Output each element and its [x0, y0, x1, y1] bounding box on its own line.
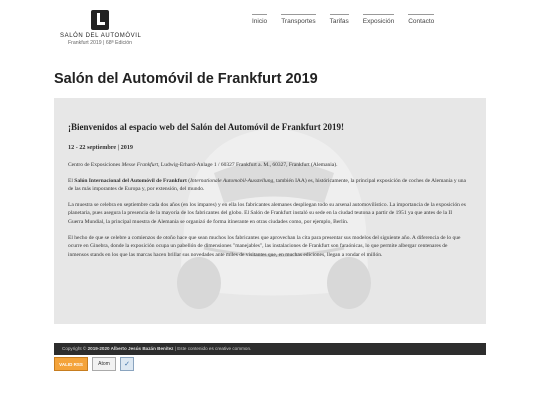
page-title: Salón del Automóvil de Frankfurt 2019 — [54, 71, 318, 87]
autumn-paragraph: El hecho de que se celebre a comienzos d… — [68, 234, 461, 258]
site-name: SALÓN DEL AUTOMÓVIL — [60, 33, 142, 39]
site-subtitle: Frankfurt 2019 | 68ª Edición — [67, 40, 133, 46]
welcome-heading: ¡Bienvenidos al espacio web del Salón de… — [68, 122, 345, 132]
nav-item-tarifas[interactable]: Tarifas — [329, 14, 349, 25]
copyright-prefix: Copyright © — [62, 346, 88, 351]
nav-item-transportes[interactable]: Transportes — [281, 14, 316, 25]
nav-item-inicio[interactable]: Inicio — [252, 14, 268, 25]
event-dates: 12 - 22 septiembre | 2019 — [68, 144, 134, 151]
copyright-suffix: | Este contenido es creative common. — [173, 346, 252, 351]
address-suffix: , Ludwig-Erhard-Anlage 1 / 60327 Frankfu… — [158, 162, 338, 168]
site-header: SALÓN DEL AUTOMÓVIL Frankfurt 2019 | 68ª… — [0, 0, 540, 60]
validation-badges: VALID RSS Atom ✓ — [54, 357, 138, 371]
history-paragraph: La muestra se celebra en septiembre cada… — [68, 201, 466, 225]
intro-paragraph: El Salón Internacional del Automóvil de … — [68, 177, 468, 194]
site-logo[interactable]: SALÓN DEL AUTOMÓVIL Frankfurt 2019 | 68ª… — [60, 10, 142, 46]
atom-feed-badge[interactable]: Atom — [92, 357, 116, 371]
venue-address: Centro de Exposiciones Messe Frankfurt, … — [68, 161, 468, 170]
copyright-author: 2019-2020 Alberto Jesús Bazán Benítez — [87, 346, 174, 351]
logo-l-icon — [91, 10, 109, 30]
w3c-check-icon[interactable]: ✓ — [120, 357, 134, 371]
address-prefix: Centro de Exposiciones — [68, 162, 122, 168]
venue-name: Messe Frankfurt — [121, 162, 159, 168]
nav-item-exposicion[interactable]: Exposición — [362, 14, 395, 25]
p1-italic: Internationale Automobil-Ausstellung — [190, 177, 274, 184]
nav-item-contacto[interactable]: Contacto — [408, 14, 435, 25]
site-footer: Copyright © 2019-2020 Alberto Jesús Bazá… — [54, 343, 486, 355]
valid-rss-badge[interactable]: VALID RSS — [54, 357, 88, 371]
main-content: ¡Bienvenidos al espacio web del Salón de… — [68, 122, 468, 266]
p1-bold: Salón Internacional del Automóvil de Fra… — [74, 177, 187, 184]
main-nav: Inicio Transportes Tarifas Exposición Co… — [252, 14, 448, 25]
content-panel: ¡Bienvenidos al espacio web del Salón de… — [54, 98, 486, 324]
